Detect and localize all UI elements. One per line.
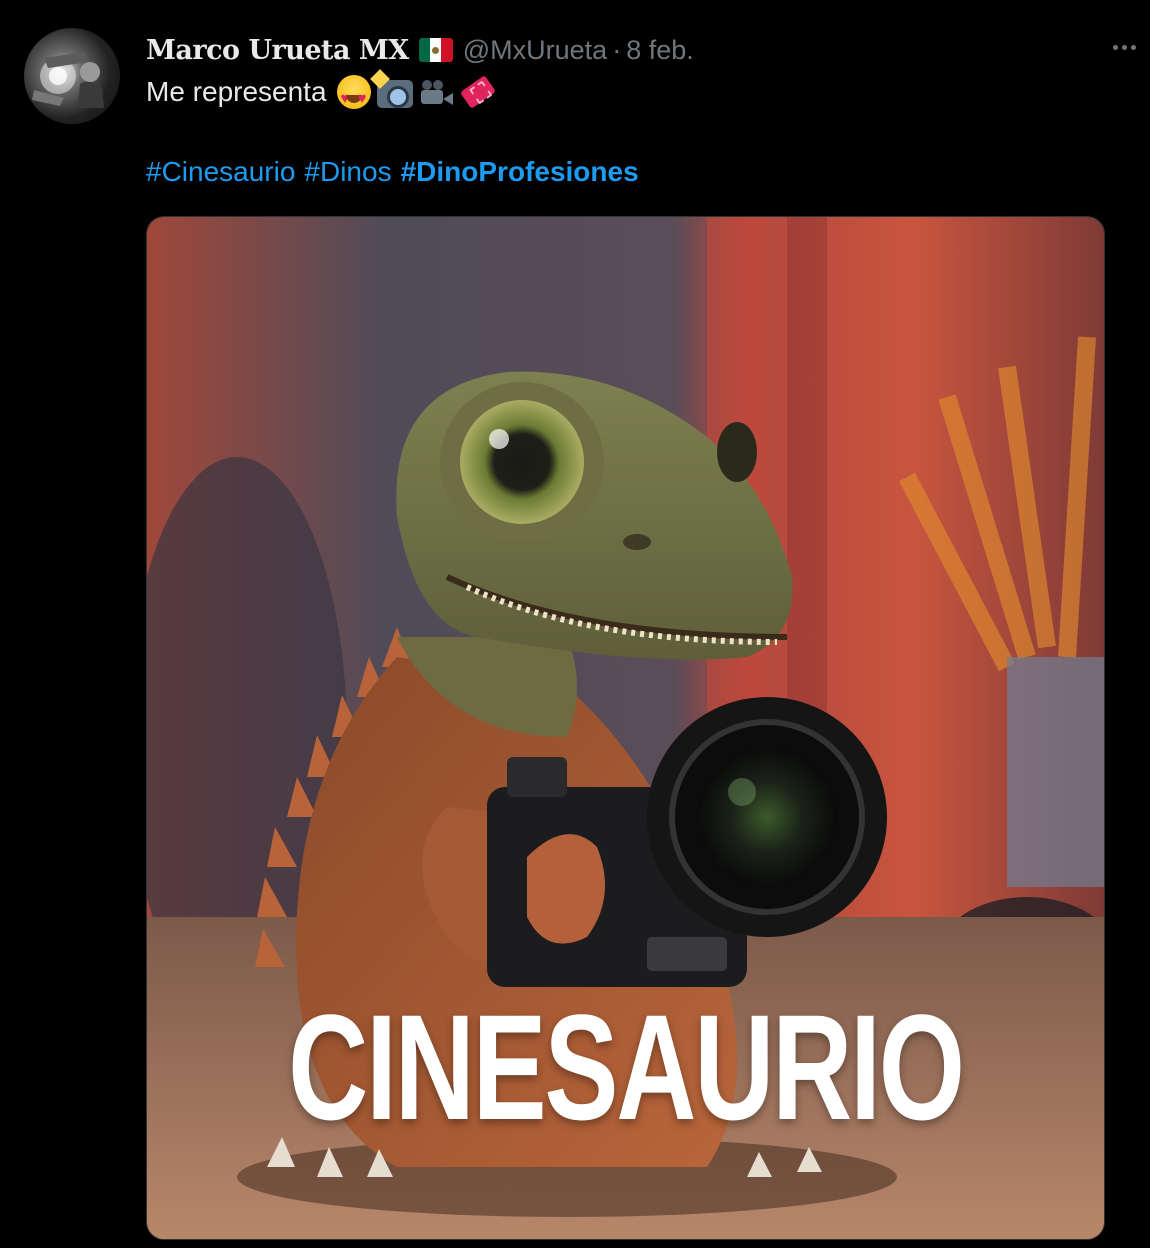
avatar-photo: [32, 52, 104, 108]
separator-dot: ·: [612, 34, 622, 65]
mexico-flag-icon: [418, 38, 453, 62]
hashtag-dinoprofesiones[interactable]: #DinoProfesiones: [401, 152, 639, 192]
ticket-icon: [459, 75, 496, 109]
user-handle[interactable]: @MxUrueta: [463, 35, 607, 66]
camera-with-flash-icon: [376, 80, 413, 108]
emoji-group: [336, 75, 496, 119]
smiling-face-heart-eyes-icon: [336, 75, 371, 119]
avatar[interactable]: [24, 28, 120, 124]
tweet-image[interactable]: CINESAURIO: [146, 216, 1105, 1240]
tweet-header: Marco Urueta MX @MxUrueta · 8 feb.: [146, 32, 694, 68]
tweet[interactable]: Marco Urueta MX @MxUrueta · 8 feb. Me re…: [0, 0, 1150, 1248]
dinosaur-with-camera-image: [147, 217, 1104, 1239]
more-horizontal-icon[interactable]: [1104, 30, 1144, 64]
movie-camera-icon: [419, 80, 453, 106]
hashtag-cinesaurio[interactable]: #Cinesaurio: [146, 152, 295, 192]
display-name[interactable]: Marco Urueta MX: [146, 35, 409, 66]
tweet-text: Me representa: [146, 72, 496, 119]
tweet-date[interactable]: 8 feb.: [626, 35, 694, 66]
hashtag-list: #Cinesaurio #Dinos #DinoProfesiones: [146, 152, 639, 192]
tweet-text-content: Me representa: [146, 76, 327, 107]
hashtag-dinos[interactable]: #Dinos: [304, 152, 391, 192]
